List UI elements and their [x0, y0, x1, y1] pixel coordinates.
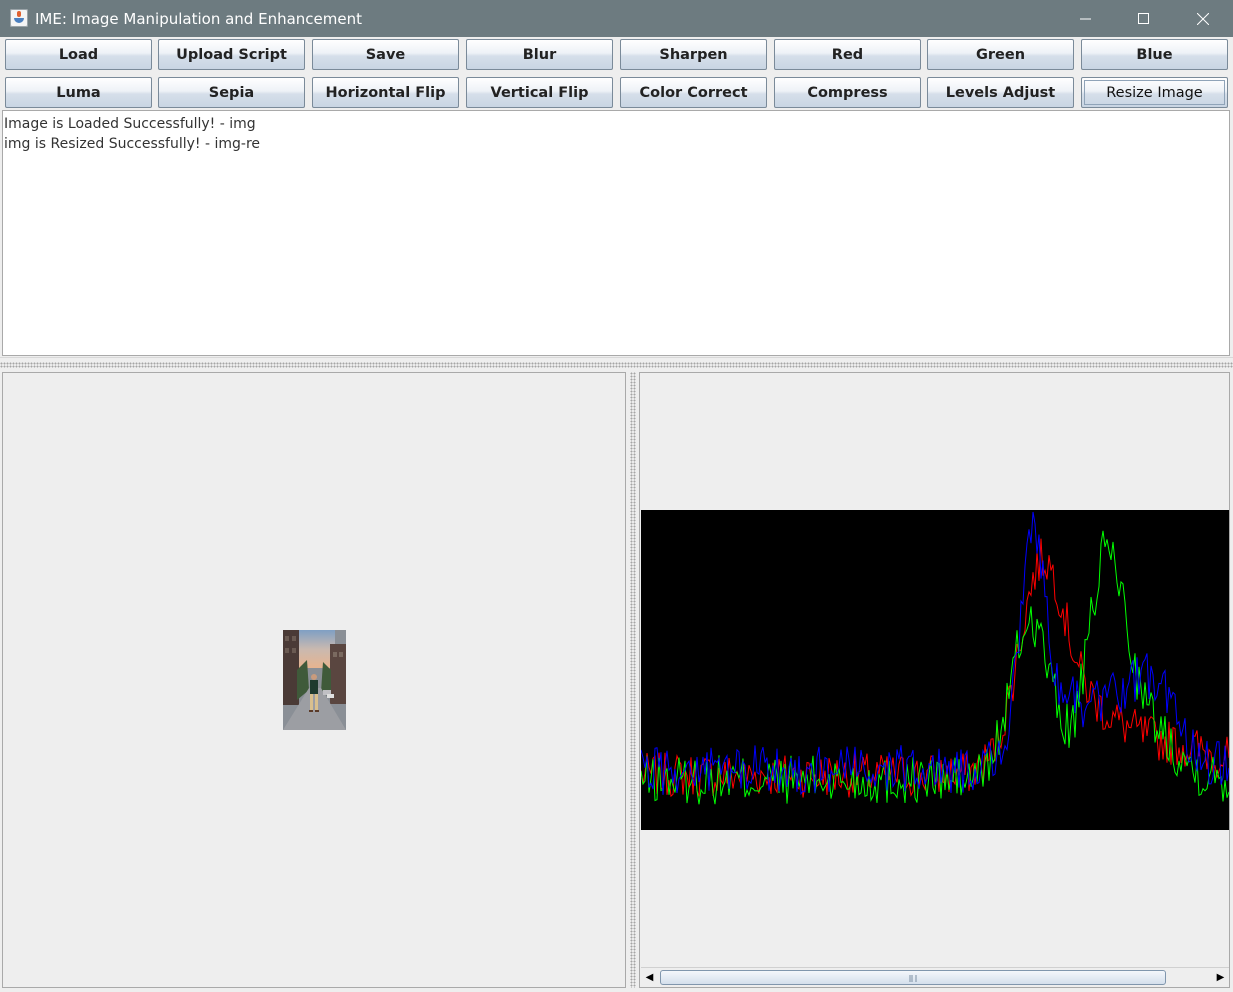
histogram-pane: ◀ ▶: [639, 372, 1230, 988]
scrollbar-thumb[interactable]: [660, 970, 1166, 985]
luma-button[interactable]: Luma: [5, 77, 152, 108]
compress-button[interactable]: Compress: [774, 77, 921, 108]
close-icon: [1197, 12, 1209, 25]
scroll-left-arrow-icon[interactable]: ◀: [641, 969, 658, 986]
horizontal-flip-button[interactable]: Horizontal Flip: [312, 77, 459, 108]
color-correct-button[interactable]: Color Correct: [620, 77, 767, 108]
grip-icon: [909, 975, 917, 982]
log-line: img is Resized Successfully! - img-re: [4, 136, 261, 152]
load-button[interactable]: Load: [5, 39, 152, 70]
image-thumbnail: [283, 630, 346, 730]
resize-image-button[interactable]: Resize Image: [1081, 77, 1228, 108]
vertical-split-divider[interactable]: [627, 372, 639, 988]
app-window: IME: Image Manipulation and Enhancement …: [0, 0, 1233, 992]
green-button[interactable]: Green: [927, 39, 1074, 70]
upload-script-button[interactable]: Upload Script: [158, 39, 305, 70]
maximize-button[interactable]: [1115, 0, 1173, 37]
save-button[interactable]: Save: [312, 39, 459, 70]
log-line: Image is Loaded Successfully! - img: [4, 116, 256, 132]
sharpen-button[interactable]: Sharpen: [620, 39, 767, 70]
histogram-canvas: [641, 510, 1229, 830]
minimize-icon: [1080, 18, 1091, 19]
scroll-right-arrow-icon[interactable]: ▶: [1212, 969, 1229, 986]
maximize-icon: [1138, 12, 1149, 24]
close-button[interactable]: [1174, 0, 1232, 37]
sepia-button[interactable]: Sepia: [158, 77, 305, 108]
status-log[interactable]: Image is Loaded Successfully! - img img …: [2, 110, 1230, 356]
minimize-button[interactable]: [1057, 0, 1115, 37]
horizontal-split-divider[interactable]: [0, 357, 1233, 372]
image-preview-pane: [2, 372, 626, 988]
window-title: IME: Image Manipulation and Enhancement: [35, 10, 362, 28]
scrollbar-track[interactable]: [659, 970, 1209, 985]
rgb-histogram: [641, 510, 1229, 830]
vertical-flip-button[interactable]: Vertical Flip: [466, 77, 613, 108]
operations-toolbar: Load Upload Script Save Blur Sharpen Red…: [0, 37, 1233, 109]
title-bar: IME: Image Manipulation and Enhancement: [0, 0, 1233, 37]
levels-adjust-button[interactable]: Levels Adjust: [927, 77, 1074, 108]
blue-button[interactable]: Blue: [1081, 39, 1228, 70]
blur-button[interactable]: Blur: [466, 39, 613, 70]
red-button[interactable]: Red: [774, 39, 921, 70]
histogram-horizontal-scrollbar[interactable]: ◀ ▶: [641, 967, 1229, 987]
java-app-icon: [10, 9, 28, 27]
